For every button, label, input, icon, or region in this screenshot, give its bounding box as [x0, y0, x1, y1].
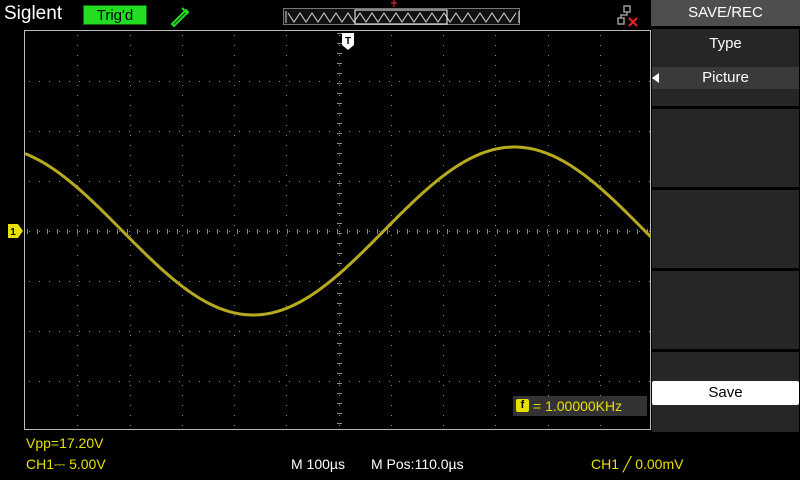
type-value: Picture	[652, 67, 799, 89]
menu-slot-4[interactable]	[652, 271, 799, 349]
trigger-setting[interactable]: CH1 ╱ 0.00mV	[591, 456, 683, 473]
menu-slot-3[interactable]	[652, 190, 799, 268]
trigger-marker-label: T	[345, 36, 351, 47]
vpp-measurement: Vpp=17.20V	[26, 435, 104, 451]
waveform-display[interactable]	[24, 30, 652, 430]
menu-type-option[interactable]: Type Picture	[652, 29, 799, 106]
channel1-offset-marker[interactable]: 1	[8, 224, 24, 243]
save-rec-menu: SAVE/REC Type Picture Save	[651, 0, 800, 480]
trigger-time-marker: T	[342, 33, 354, 56]
ch1-scale[interactable]: CH1⎓ 5.00V	[26, 456, 106, 473]
probe-icon	[168, 4, 192, 28]
brand-logo: Siglent	[4, 3, 63, 24]
trigger-status-badge: Trig'd	[83, 5, 147, 25]
channel-marker-label: 1	[10, 227, 16, 238]
usb-disconnected-icon	[616, 5, 640, 27]
save-button[interactable]: Save	[652, 381, 799, 405]
frequency-icon: f	[516, 399, 529, 412]
frequency-readout: f = 1.00000KHz	[513, 396, 647, 416]
menu-slot-2[interactable]	[652, 109, 799, 187]
memory-position-indicator	[283, 8, 520, 25]
timebase[interactable]: M 100µs	[291, 456, 345, 472]
trigger-position-marker	[391, 0, 397, 7]
horizontal-position[interactable]: M Pos:110.0µs	[371, 456, 464, 472]
selector-arrow-icon	[652, 73, 659, 83]
type-label: Type	[709, 35, 742, 52]
menu-title: SAVE/REC	[651, 0, 800, 26]
frequency-value: = 1.00000KHz	[533, 398, 623, 414]
